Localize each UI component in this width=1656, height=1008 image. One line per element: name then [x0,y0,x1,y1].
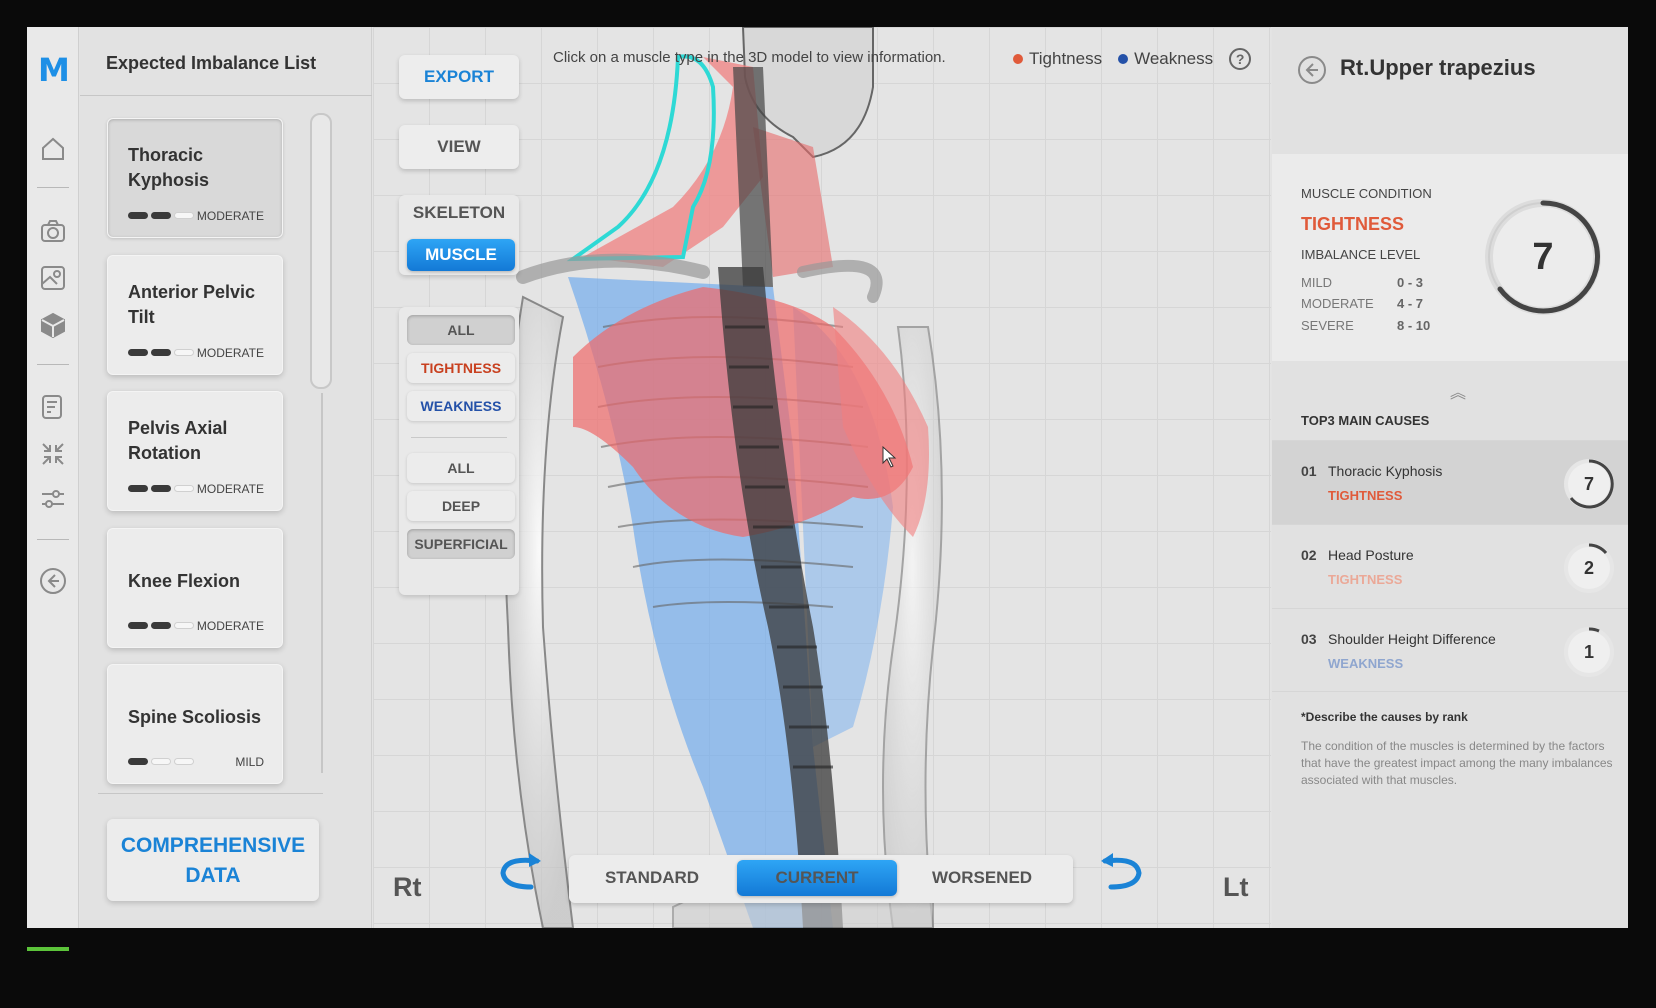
severity-bars [128,758,194,765]
camera-icon[interactable] [39,217,67,245]
filter-weakness[interactable]: WEAKNESS [407,391,515,421]
skeleton-option[interactable]: SKELETON [399,203,519,223]
report-icon[interactable] [39,393,67,421]
icon-rail: M [27,27,79,928]
cube-icon[interactable] [39,311,67,339]
collapse-chevron-icon[interactable]: ︽ [1450,379,1466,403]
layer-toggle: SKELETON MUSCLE [399,195,519,275]
legend-tightness: Tightness [1029,49,1103,68]
imbalance-level-label: IMBALANCE LEVEL [1301,247,1421,262]
filter-all[interactable]: ALL [407,315,515,345]
mode-current[interactable]: CURRENT [737,860,897,896]
app-logo: M [38,51,70,89]
rotate-right-icon[interactable] [1097,853,1147,893]
severity-bars [128,622,194,629]
scrollbar-thumb[interactable] [310,113,332,389]
view-button[interactable]: VIEW [399,125,519,169]
list-scrollbar[interactable] [310,113,332,773]
imbalance-list-panel: Expected Imbalance List Thoracic Kyphosi… [80,27,372,928]
rotate-left-icon[interactable] [495,853,545,893]
muscle-option[interactable]: MUSCLE [407,239,515,271]
filter-panel: ALL TIGHTNESS WEAKNESS ALL DEEP SUPERFIC… [399,307,519,595]
card-name: Spine Scoliosis [128,707,262,727]
level-moderate: MODERATE 4 - 7 [1301,296,1424,311]
imbalance-card-anterior-pelvic-tilt[interactable]: Anterior Pelvic Tilt MODERATE [107,255,283,375]
help-icon[interactable]: ? [1229,48,1252,70]
cause-score-gauge: 1 [1562,625,1616,679]
card-name: Thoracic Kyphosis [128,145,210,190]
export-button[interactable]: EXPORT [399,55,519,99]
legend-weakness: Weakness [1134,49,1214,68]
comprehensive-data-button[interactable]: COMPREHENSIVE DATA [107,819,319,901]
imbalance-card-pelvis-axial-rotation[interactable]: Pelvis Axial Rotation MODERATE [107,391,283,511]
depth-all[interactable]: ALL [407,453,515,483]
severity-bars [128,485,194,492]
muscle-detail-panel: Rt.Upper trapezius MUSCLE CONDITION TIGH… [1272,27,1628,928]
posture-mode-selector: STANDARD CURRENT WORSENED [569,855,1073,903]
depth-superficial[interactable]: SUPERFICIAL [407,529,515,559]
imbalance-card-spine-scoliosis[interactable]: Spine Scoliosis MILD [107,664,283,784]
causes-title: TOP3 MAIN CAUSES [1301,413,1430,428]
imbalance-card-thoracic-kyphosis[interactable]: Thoracic Kyphosis MODERATE [107,118,283,238]
app-window: M Expected Imbalance List Thoracic Kypho… [27,27,1628,928]
photo-icon[interactable] [39,264,67,292]
home-icon[interactable] [39,135,67,163]
level-mild: MILD 0 - 3 [1301,275,1424,290]
legend: Tightness Weakness ? [1013,48,1252,70]
score-gauge: 7 [1478,192,1608,322]
note-body: The condition of the muscles is determin… [1301,739,1613,787]
score-value: 7 [1532,235,1554,278]
viewer-hint: Click on a muscle type in the 3D model t… [553,49,946,66]
cause-score-gauge: 7 [1562,457,1616,511]
back-arrow-icon[interactable] [1298,56,1326,84]
card-name: Knee Flexion [128,571,241,591]
cause-row-1[interactable]: 01 Thoracic Kyphosis TIGHTNESS 7 [1272,440,1628,524]
filter-tightness[interactable]: TIGHTNESS [407,353,515,383]
model-viewer[interactable]: Click on a muscle type in the 3D model t… [373,27,1271,928]
compress-icon[interactable] [39,440,67,468]
card-level: MILD [235,755,264,769]
card-level: MODERATE [196,346,264,360]
back-icon[interactable] [39,567,67,595]
right-side-label: Rt [393,872,422,902]
imbalance-card-knee-flexion[interactable]: Knee Flexion MODERATE [107,528,283,648]
cause-row-2[interactable]: 02 Head Posture TIGHTNESS 2 [1272,524,1628,608]
muscle-title: Rt.Upper trapezius [1340,55,1536,80]
left-side-label: Lt [1223,872,1249,902]
card-name: Anterior Pelvic Tilt [128,282,256,327]
list-title: Expected Imbalance List [106,53,317,73]
depth-deep[interactable]: DEEP [407,491,515,521]
mode-standard[interactable]: STANDARD [577,860,727,896]
sliders-icon[interactable] [39,485,67,513]
muscle-condition-label: MUSCLE CONDITION [1301,186,1432,201]
note-title: *Describe the causes by rank [1301,710,1468,724]
card-level: MODERATE [196,482,264,496]
card-level: MODERATE [196,209,264,223]
cause-row-3[interactable]: 03 Shoulder Height Difference WEAKNESS 1 [1272,608,1628,692]
severity-bars [128,349,194,356]
level-severe: SEVERE 8 - 10 [1301,318,1431,333]
condition-value: TIGHTNESS [1301,214,1405,234]
cause-score-gauge: 2 [1562,541,1616,595]
card-level: MODERATE [196,619,264,633]
card-name: Pelvis Axial Rotation [128,418,228,463]
status-indicator [27,947,69,951]
severity-bars [128,212,194,219]
mode-worsened[interactable]: WORSENED [907,860,1057,896]
